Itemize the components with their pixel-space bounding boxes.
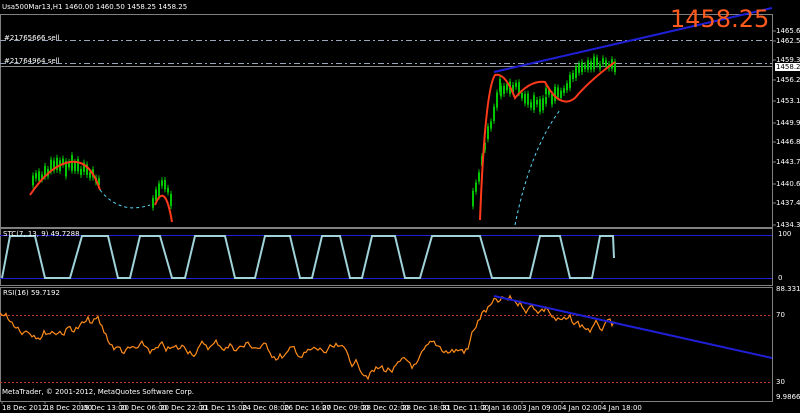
price-tick: 1465.69 xyxy=(776,27,800,35)
candle-body xyxy=(542,98,544,111)
candle-body xyxy=(521,93,523,99)
candle-body xyxy=(602,58,604,64)
candle-body xyxy=(503,86,505,94)
candle-body xyxy=(581,62,583,73)
candle-body xyxy=(551,94,553,105)
candle-body xyxy=(71,155,73,171)
candle-body xyxy=(490,121,492,129)
rsi-tick: 9.9866 xyxy=(776,393,800,401)
time-tick: 3 Jan 09:00 xyxy=(522,404,562,412)
price-tick: 1440.69 xyxy=(776,180,800,188)
stc-tick-0: 0 xyxy=(778,274,783,282)
candle-body xyxy=(578,63,580,73)
candle-body xyxy=(569,74,571,89)
candle-body xyxy=(155,189,157,201)
candle-body xyxy=(557,87,559,98)
time-tick: 4 Jan 02:00 xyxy=(562,404,602,412)
order-label-2[interactable]: #21764964 sell xyxy=(4,57,60,65)
price-tick: 1453.14 xyxy=(776,97,800,105)
stc-label: STC(7, 13, 9) 49.7288 xyxy=(3,230,80,238)
time-tick: 4 Jan 18:00 xyxy=(602,404,642,412)
candle-body xyxy=(587,60,589,70)
candle-body xyxy=(593,56,595,70)
candle-body xyxy=(533,95,535,111)
big-price-label: 1458.25 xyxy=(670,5,770,33)
time-tick: 24 Dec 08:00 xyxy=(242,404,290,412)
time-tick: 2 Jan 16:00 xyxy=(482,404,522,412)
candle-body xyxy=(515,82,517,87)
candle-body xyxy=(472,190,474,207)
candle-body xyxy=(74,161,76,171)
candle-body xyxy=(527,93,529,105)
candle-body xyxy=(77,159,79,172)
candle-body xyxy=(158,183,160,197)
candle-body xyxy=(539,99,541,112)
candle-body xyxy=(161,180,163,186)
candle-body xyxy=(89,171,91,178)
price-tick: 1446.89 xyxy=(776,138,800,146)
candle-body xyxy=(80,168,82,175)
price-tick: 1456.29 xyxy=(776,76,800,84)
candle-body xyxy=(32,175,34,186)
candle-body xyxy=(545,97,547,104)
price-tick: 1434.34 xyxy=(776,221,800,229)
price-tick: 1462.54 xyxy=(776,37,800,45)
price-tick: 1437.49 xyxy=(776,199,800,207)
candle-body xyxy=(475,182,477,192)
order-label-1[interactable]: #21765666 sell xyxy=(4,34,60,42)
candle-body xyxy=(170,193,172,207)
candle-body xyxy=(554,86,556,101)
candle-body xyxy=(167,187,169,193)
candle-body xyxy=(605,60,607,67)
candle-body xyxy=(566,83,568,91)
candle-body xyxy=(563,88,565,94)
stc-tick-100: 100 xyxy=(778,230,792,238)
candle-body xyxy=(584,64,586,70)
candle-body xyxy=(487,126,489,140)
rsi-label: RSI(16) 59.7192 xyxy=(3,289,60,297)
rsi-tick: 70 xyxy=(776,311,785,319)
candle-body xyxy=(35,173,37,179)
candle-body xyxy=(575,66,577,79)
time-tick: 21 Dec 15:00 xyxy=(200,404,248,412)
candle-body xyxy=(496,92,498,108)
candle-body xyxy=(536,100,538,105)
copyright-text: MetaTrader, © 2001-2012, MetaQuotes Soft… xyxy=(2,388,195,396)
candle-body xyxy=(152,198,154,208)
candle-body xyxy=(493,106,495,121)
candle-body xyxy=(478,172,480,182)
rsi-tick: 88.3316 xyxy=(776,285,800,293)
candle-body xyxy=(38,171,40,181)
candle-body xyxy=(599,63,601,69)
candle-body xyxy=(545,88,547,95)
time-tick: 18 Dec 2012 xyxy=(2,404,47,412)
candle-body xyxy=(524,93,526,104)
candle-body xyxy=(590,61,592,70)
chart-canvas[interactable] xyxy=(0,0,800,413)
candle-body xyxy=(560,90,562,98)
current-price-tag: 1458.25 xyxy=(775,63,800,71)
price-tick: 1443.74 xyxy=(776,158,800,166)
candle-body xyxy=(500,85,502,97)
candle-body xyxy=(596,57,598,65)
rsi-tick: 30 xyxy=(776,378,785,386)
candle-body xyxy=(530,102,532,108)
chart-title: Usa500Mar13,H1 1460.00 1460.50 1458.25 1… xyxy=(2,3,188,11)
candle-body xyxy=(164,180,166,190)
candle-body xyxy=(572,73,574,80)
price-tick: 1449.99 xyxy=(776,119,800,127)
